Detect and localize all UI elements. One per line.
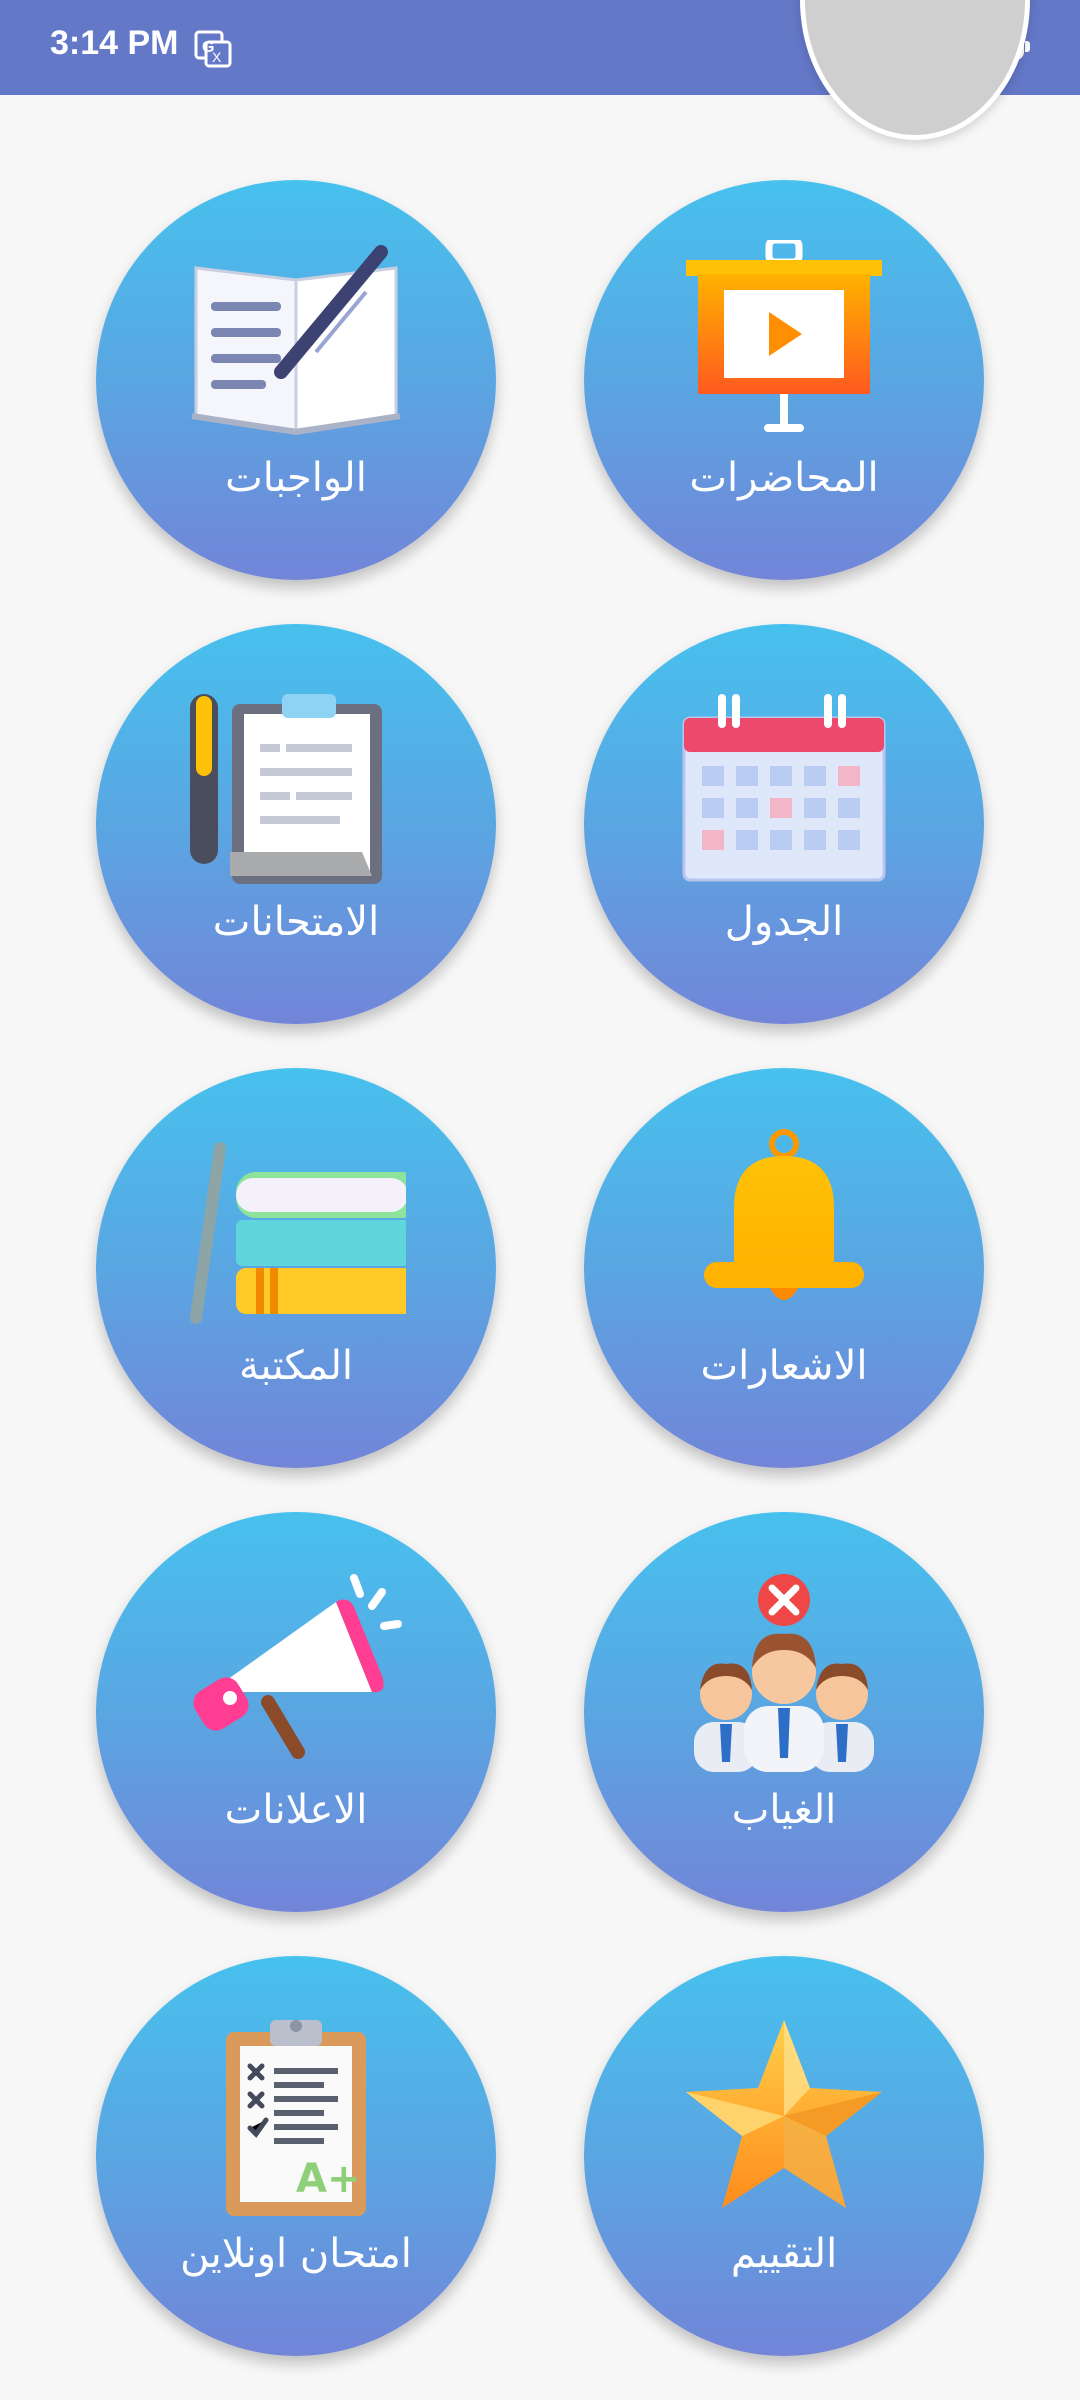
tile-notifications[interactable]: الاشعارات [584,1068,984,1468]
exam-clipboard-pen-icon [190,694,382,884]
checklist-grade-icon: A+ [226,2020,366,2216]
tile-label: امتحان اونلاين [180,2231,412,2277]
tile-online-exam[interactable]: A+ امتحان اونلاين [96,1956,496,2356]
tile-label: الجدول [724,899,844,945]
tile-absence[interactable]: الغياب [584,1512,984,1912]
open-book-pen-icon [191,245,401,436]
tile-library[interactable]: المكتبة [96,1068,496,1468]
tile-lectures[interactable]: المحاضرات [584,180,984,580]
profile-avatar[interactable] [800,0,1030,140]
tile-label: الامتحانات [212,899,380,945]
tile-label: المحاضرات [689,455,879,501]
translate-icon: G X [194,30,232,68]
tile-homework[interactable]: الواجبات [96,180,496,580]
absence-students-icon [694,1574,874,1772]
status-time: 3:14 PM [50,24,179,62]
star-icon [686,2020,882,2208]
bell-icon [704,1129,864,1300]
tile-label: الاشعارات [700,1343,868,1389]
tile-label: الغياب [731,1787,837,1833]
tile-label: الاعلانات [224,1787,368,1833]
tile-label: الواجبات [225,455,367,501]
tile-exams[interactable]: الامتحانات [96,624,496,1024]
tile-announcements[interactable]: الاعلانات [96,1512,496,1912]
books-stack-icon [190,1142,406,1324]
megaphone-icon [193,1574,402,1759]
svg-text:X: X [212,49,222,65]
calendar-icon [682,694,886,882]
tile-rating[interactable]: التقييم [584,1956,984,2356]
svg-text:A+: A+ [296,2156,360,2202]
tile-label: المكتبة [238,1343,354,1389]
tile-schedule[interactable]: الجدول [584,624,984,1024]
presentation-board-icon [686,240,882,432]
tile-label: التقييم [730,2231,838,2277]
